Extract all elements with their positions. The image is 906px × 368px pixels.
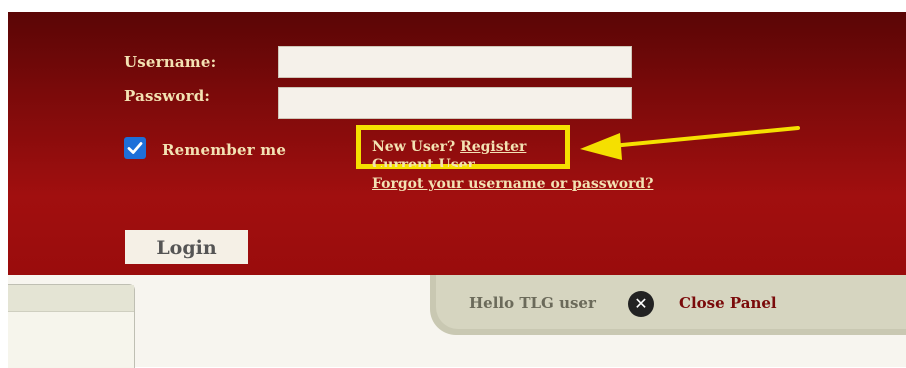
- username-field[interactable]: [278, 46, 632, 78]
- current-users-link[interactable]: Current User: [372, 157, 475, 167]
- checkmark-icon: [127, 142, 143, 154]
- password-label: Password:: [124, 87, 211, 105]
- remember-me-label: Remember me: [162, 141, 287, 159]
- close-panel-link[interactable]: Close Panel: [679, 294, 777, 312]
- username-label: Username:: [124, 53, 217, 71]
- content-sidebar-box: [8, 284, 135, 368]
- remember-me-checkbox[interactable]: [124, 137, 146, 159]
- register-link[interactable]: Register: [460, 139, 526, 155]
- close-icon[interactable]: ✕: [628, 291, 654, 317]
- forgot-credentials-link[interactable]: Forgot your username or password?: [372, 176, 653, 192]
- new-user-line: New User? Register: [372, 139, 526, 156]
- current-users-line: Current User: [372, 157, 475, 167]
- greeting-text: Hello TLG user: [469, 294, 596, 312]
- sidebar-box-header: [8, 285, 134, 312]
- login-button[interactable]: Login: [125, 230, 248, 264]
- forgot-line: Forgot your username or password?: [372, 176, 653, 193]
- password-field[interactable]: [278, 87, 632, 119]
- new-user-text: New User?: [372, 139, 456, 155]
